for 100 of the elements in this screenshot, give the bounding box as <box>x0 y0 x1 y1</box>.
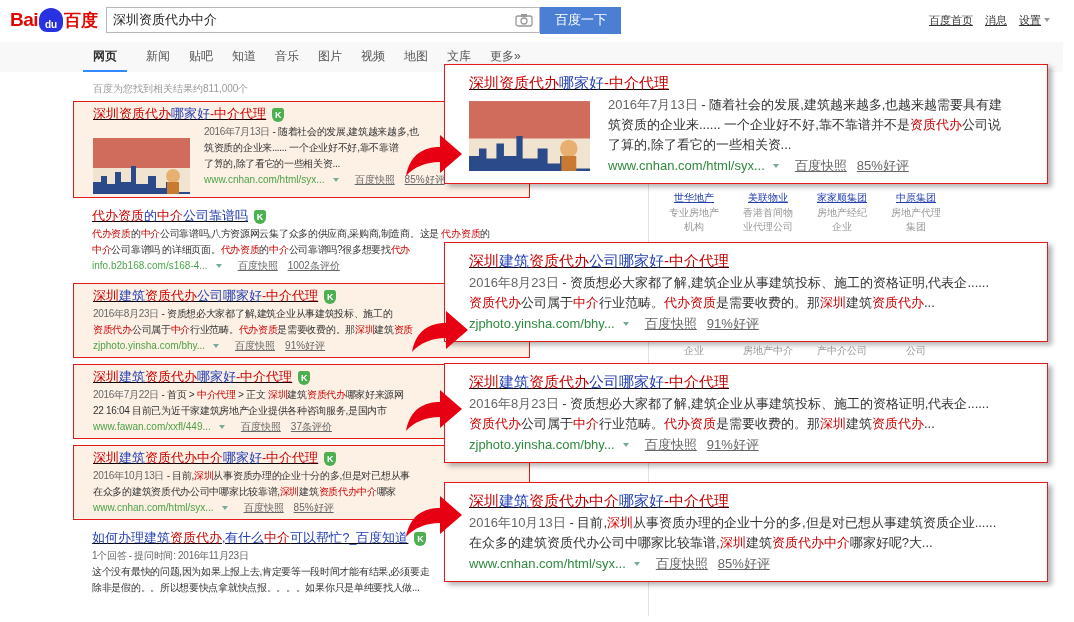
dropdown-caret-icon[interactable] <box>622 322 629 326</box>
dropdown-caret-icon[interactable] <box>622 443 629 447</box>
result-title-link[interactable]: 如何办理建筑资质代办,有什么中介可以帮忙?_百度知道 <box>92 530 409 547</box>
rating-link[interactable]: 85%好评 <box>404 172 445 188</box>
snippet-line: 资质代办公司属于中介行业范畴。代办资质是需要收费的。那深圳建筑资质 <box>93 323 414 337</box>
baidu-logo[interactable]: Bai du 百度 <box>10 8 99 32</box>
rating-link[interactable]: 91%好评 <box>285 338 326 354</box>
snapshot-link[interactable]: 百度快照 <box>644 434 697 456</box>
snapshot-link[interactable]: 百度快照 <box>243 500 284 516</box>
dropdown-caret-icon[interactable] <box>633 562 640 566</box>
company-description: 房地产代理 <box>891 206 941 220</box>
nav-link[interactable]: 消息 <box>985 12 1007 28</box>
company-description: 企业 <box>683 344 705 358</box>
snippet-line: 除非是假的。。所以想要快点拿就快点报。。。。如果你只是单纯要找人做... <box>92 581 421 595</box>
search-tab[interactable]: 更多» <box>490 47 521 65</box>
rating-link[interactable]: 91%好评 <box>706 313 759 335</box>
snippet-line: 这个没有最快的问题,因为如果上报上去,肯定要等一段时间才能有结果,必须要走 <box>92 565 430 579</box>
search-tab[interactable]: 贴吧 <box>189 47 213 65</box>
snippet-line: 在众多的建筑资质代办公司中哪家比较靠谱,深圳建筑资质代办中介哪家好呢?大... <box>469 534 934 552</box>
result-title-link[interactable]: 代办资质的中介公司靠谱吗 <box>92 208 248 225</box>
snippet-line: 2016年8月23日 - 资质想必大家都了解,建筑企业从事建筑投标、施工的资格证明,代表企...... <box>469 274 990 292</box>
result-title-link[interactable]: 深圳建筑资质代办公司哪家好-中介代理 <box>469 372 729 392</box>
result-title-link[interactable]: 深圳建筑资质代办中介哪家好-中介代理 <box>469 491 729 511</box>
snapshot-link[interactable]: 百度快照 <box>240 419 281 435</box>
search-field[interactable]: 深圳资质代办中介 <box>106 7 541 33</box>
company-description: 房地产中介 <box>742 344 794 358</box>
result-title-link[interactable]: 深圳建筑资质代办公司哪家好-中介代理 <box>93 288 319 305</box>
verified-badge: K <box>254 209 266 224</box>
snippet-line: 了算的,除了看它的一些相关资... <box>608 136 793 154</box>
snippet-line: 中介公司靠谱吗 的详细页面。代办资质的中介公司靠谱吗?很多想要找代办 <box>92 243 412 257</box>
dropdown-caret-icon[interactable] <box>213 344 220 348</box>
company-link[interactable]: 美联物业 <box>748 189 788 206</box>
snapshot-link[interactable]: 百度快照 <box>655 553 708 575</box>
company-description: 房地产经纪 <box>817 206 867 220</box>
search-tab[interactable]: 图片 <box>318 47 342 65</box>
snapshot-link[interactable]: 百度快照 <box>235 338 276 354</box>
snippet-line: 在众多的建筑资质代办公司中哪家比较靠谱,深圳建筑资质代办中介哪家 <box>93 485 398 499</box>
verified-badge: K <box>324 289 337 304</box>
search-button[interactable]: 百度一下 <box>540 6 622 34</box>
result-title-link[interactable]: 深圳建筑资质代办中介哪家好-中介代理 <box>93 450 319 467</box>
result-url[interactable]: zjphoto.yinsha.com/bhy... <box>469 434 615 456</box>
rating-link[interactable]: 85%好评 <box>856 155 909 177</box>
snippet-line: 2016年7月13日 - 随着社会的发展,建筑越来越多,也 <box>204 125 420 139</box>
settings-menu[interactable]: 设置 <box>1019 12 1050 28</box>
result-title-link[interactable]: 深圳资质代办哪家好-中介代理 <box>469 73 669 93</box>
search-tab[interactable]: 地图 <box>404 47 428 65</box>
dropdown-caret-icon[interactable] <box>772 164 779 168</box>
company-description: 集团 <box>906 220 926 234</box>
company-description: 香港首间物 <box>743 206 793 220</box>
result-title-link[interactable]: 深圳资质代办哪家好-中介代理 <box>93 106 267 123</box>
search-tab[interactable]: 知道 <box>232 47 256 65</box>
snippet-line: 资质代办公司属于中介行业范畴。代办资质是需要收费的。那深圳建筑资质代办... <box>469 415 936 433</box>
snippet-line: 2016年7月13日 - 随着社会的发展,建筑越来越多,也越来越需要具有建 <box>608 96 1003 114</box>
result-title-link[interactable]: 深圳建筑资质代办公司哪家好-中介代理 <box>469 251 729 271</box>
snippet-line: 2016年8月23日 - 资质想必大家都了解,建筑企业从事建筑投标、施工的资格证明,代表企...... <box>469 395 990 413</box>
company-link[interactable]: 家家顺集团 <box>817 189 867 206</box>
verified-badge: K <box>298 370 311 385</box>
company-description: 公司 <box>905 344 927 358</box>
result-url[interactable]: zjphoto.yinsha.com/bhy... <box>469 313 615 335</box>
snapshot-link[interactable]: 百度快照 <box>794 155 847 177</box>
snippet-line: 代办资质的中介公司靠谱吗,八方资源网云集了众多的供应商,采购商,制造商。这是 代办资质的 <box>92 227 490 241</box>
snippet-line: 了算的,除了看它的一些相关资... <box>204 157 341 171</box>
nav-link[interactable]: 百度首页 <box>929 12 973 28</box>
snippet-line: 筑资质的企业来...... 一个企业好不好,靠不靠谱并不是资质代办公司说 <box>608 116 1002 134</box>
rating-link[interactable]: 85%好评 <box>717 553 770 575</box>
camera-icon <box>515 13 534 27</box>
search-tab[interactable]: 新闻 <box>146 47 170 65</box>
snippet-line: 2016年10月13日 - 目前,深圳从事资质办理的企业十分的多,但是对已想从事建筑资质企业...... <box>469 514 997 532</box>
rating-link[interactable]: 85%好评 <box>293 500 334 516</box>
dropdown-caret-icon[interactable] <box>218 425 225 429</box>
search-tab[interactable]: 网页 <box>83 47 127 72</box>
snippet-line: 1个回答 - 提问时间: 2016年11月23日 <box>92 549 250 563</box>
search-tab[interactable]: 文库 <box>447 47 471 65</box>
result-count: 百度为您找到相关结果约811,000个 <box>93 82 249 96</box>
company-description: 业代理公司 <box>743 220 793 234</box>
snippet-line: 2016年8月23日 - 资质想必大家都了解,建筑企业从事建筑投标、施工的 <box>93 307 394 321</box>
verified-badge: K <box>414 531 427 546</box>
snippet-line: 2016年10月13日 - 目前,深圳从事资质办理的企业十分的多,但是对已想从事 <box>93 469 410 483</box>
dropdown-caret-icon[interactable] <box>221 506 228 510</box>
dropdown-caret-icon[interactable] <box>332 178 339 182</box>
snapshot-link[interactable]: 百度快照 <box>237 258 278 274</box>
result-url[interactable]: www.cnhan.com/html/syx... <box>469 553 626 575</box>
result-url[interactable]: www.cnhan.com/html/syx... <box>608 155 765 177</box>
rating-link[interactable]: 91%好评 <box>706 434 759 456</box>
search-tab[interactable]: 音乐 <box>275 47 299 65</box>
result-title-link[interactable]: 深圳建筑资质代办哪家好-中介代理 <box>93 369 293 386</box>
verified-badge: K <box>272 107 285 122</box>
rating-link[interactable]: 1002条评价 <box>287 258 340 274</box>
snippet-line: 2016年7月22日 - 首页 > 中介代理 > 正文 深圳建筑资质代办哪家好来源网 <box>93 388 404 402</box>
company-link[interactable]: 世华地产 <box>674 189 714 206</box>
snippet-line: 筑资质的企业来...... 一个企业好不好,靠不靠谱 <box>204 141 400 155</box>
snapshot-link[interactable]: 百度快照 <box>644 313 697 335</box>
rating-link[interactable]: 37条评价 <box>290 419 332 435</box>
company-link[interactable]: 中原集团 <box>896 189 936 206</box>
search-tab[interactable]: 视频 <box>361 47 385 65</box>
dropdown-caret-icon[interactable] <box>215 264 222 268</box>
company-description: 机构 <box>684 220 704 234</box>
snapshot-link[interactable]: 百度快照 <box>354 172 395 188</box>
company-description: 专业房地产 <box>669 206 719 220</box>
company-description: 产中介公司 <box>816 344 868 358</box>
